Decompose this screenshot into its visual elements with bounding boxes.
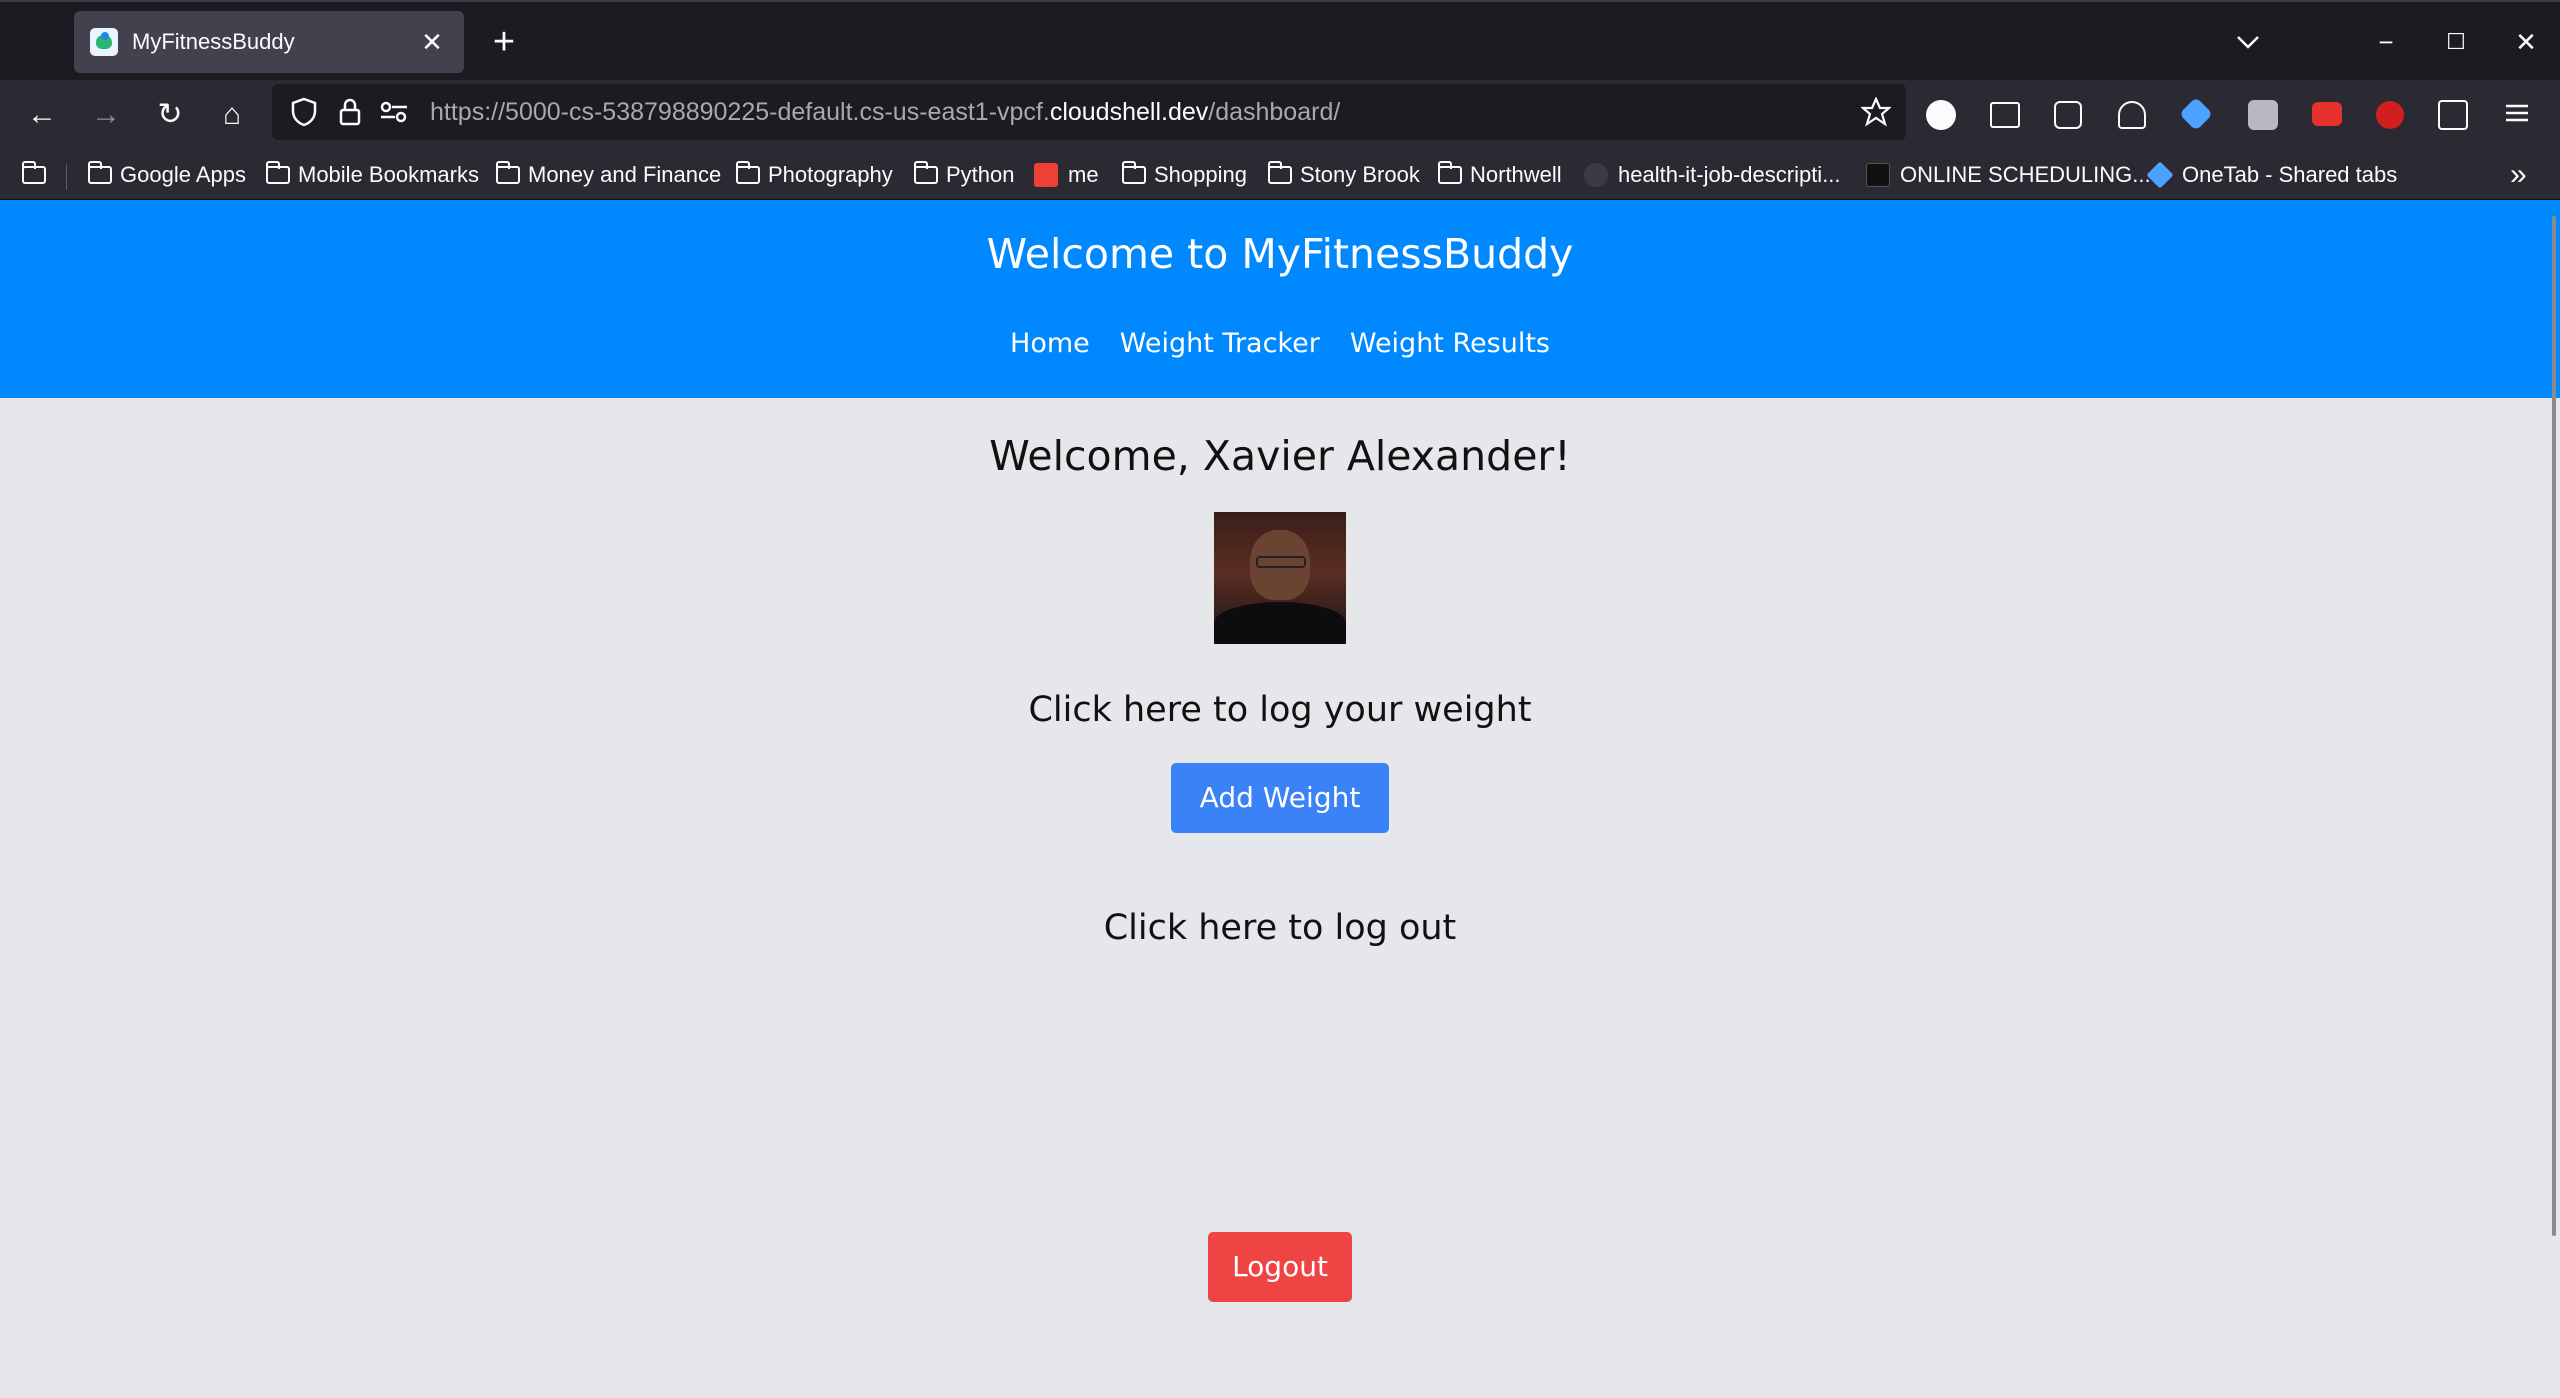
folder-icon	[1267, 161, 1292, 184]
avatar-glasses	[1256, 556, 1306, 568]
bookmark-item[interactable]: Stony Brook	[1267, 156, 1420, 194]
logout-button[interactable]: Logout	[1208, 1232, 1352, 1302]
bookmarks-overflow-button[interactable]: »	[2510, 156, 2527, 194]
folder-icon	[495, 161, 520, 184]
browser-tab[interactable]: MyFitnessBuddy ✕	[74, 11, 464, 73]
folder-icon	[1437, 161, 1462, 184]
logout-prompt: Click here to log out	[1103, 908, 1457, 948]
nav-link-weight-results[interactable]: Weight Results	[1350, 328, 1550, 359]
minimize-button[interactable]: −	[2364, 20, 2408, 64]
app-favicon-icon	[90, 28, 118, 56]
lock-icon[interactable]	[328, 90, 372, 134]
blocker-icon[interactable]	[2376, 101, 2404, 129]
bookmark-item[interactable]: Mobile Bookmarks	[265, 156, 479, 194]
avatar	[1214, 512, 1346, 644]
bookmark-item[interactable]: me	[1034, 156, 1099, 194]
extensions-puzzle-icon[interactable]	[2438, 100, 2468, 130]
extension-badge-icon[interactable]	[2248, 100, 2278, 130]
x-extension-icon[interactable]	[1926, 100, 1956, 130]
nav-link-weight-tracker[interactable]: Weight Tracker	[1120, 328, 1320, 359]
folder-icon	[265, 161, 290, 184]
reload-button[interactable]: ↻	[148, 93, 192, 137]
reader-view-icon[interactable]	[1990, 102, 2020, 128]
site-nav: Home Weight Tracker Weight Results	[0, 328, 2560, 359]
onetab-icon[interactable]	[2179, 97, 2213, 131]
bookmark-item[interactable]: OneTab - Shared tabs	[2146, 156, 2397, 194]
other-bookmarks-button[interactable]	[21, 156, 54, 194]
tab-strip: MyFitnessBuddy ✕ + − ☐ ✕	[0, 0, 2560, 80]
chevron-down-icon	[2237, 36, 2259, 49]
folder-icon	[735, 161, 760, 184]
avatar-shirt	[1214, 602, 1346, 644]
bookmark-item[interactable]: Shopping	[1121, 156, 1247, 194]
folder-icon	[87, 161, 112, 184]
bookmark-item[interactable]: ONLINE SCHEDULING...	[1866, 156, 2151, 194]
bookmark-item[interactable]: Northwell	[1437, 156, 1562, 194]
menu-icon[interactable]	[2502, 98, 2540, 136]
bookmarks-separator	[66, 164, 67, 190]
navigation-toolbar: ← → ↻ ⌂ https://5000-cs-538798890225-def…	[0, 80, 2560, 150]
bookmark-item[interactable]: Money and Finance	[495, 156, 721, 194]
welcome-heading: Welcome, Xavier Alexander!	[989, 432, 1571, 480]
shield-icon[interactable]	[282, 90, 326, 134]
screenshot-icon[interactable]	[2312, 102, 2342, 126]
close-window-button[interactable]: ✕	[2504, 20, 2548, 64]
close-tab-icon[interactable]: ✕	[416, 27, 448, 58]
translate-icon[interactable]	[2118, 101, 2146, 129]
bookmark-star-icon[interactable]	[1854, 90, 1898, 134]
x-favicon-icon	[1866, 163, 1890, 187]
url-bar[interactable]: https://5000-cs-538798890225-default.cs-…	[272, 84, 1906, 140]
new-tab-button[interactable]: +	[484, 20, 524, 64]
page-content: Welcome to MyFitnessBuddy Home Weight Tr…	[0, 200, 2560, 1398]
folder-icon	[1121, 161, 1146, 184]
log-weight-prompt: Click here to log your weight	[1028, 690, 1532, 730]
bookmarks-toolbar: Google Apps Mobile Bookmarks Money and F…	[0, 150, 2560, 200]
bookmark-item[interactable]: Photography	[735, 156, 893, 194]
forward-button[interactable]: →	[84, 93, 128, 137]
page-scrollbar[interactable]	[2552, 216, 2556, 1236]
site-header: Welcome to MyFitnessBuddy Home Weight Tr…	[0, 200, 2560, 398]
url-text[interactable]: https://5000-cs-538798890225-default.cs-…	[430, 84, 1340, 140]
permissions-icon[interactable]	[372, 90, 416, 134]
folder-icon	[913, 161, 938, 184]
maximize-button[interactable]: ☐	[2434, 20, 2478, 64]
tab-title: MyFitnessBuddy	[132, 29, 295, 54]
list-all-tabs-button[interactable]	[2228, 22, 2268, 62]
bookmark-item[interactable]: Google Apps	[87, 156, 246, 194]
back-button[interactable]: ←	[20, 93, 64, 137]
me-favicon-icon	[1034, 163, 1058, 187]
onetab-favicon-icon	[2146, 161, 2174, 189]
notion-icon[interactable]	[2054, 101, 2082, 129]
globe-favicon-icon	[1584, 163, 1608, 187]
nav-link-home[interactable]: Home	[1010, 328, 1090, 359]
bookmark-item[interactable]: health-it-job-descripti...	[1584, 156, 1841, 194]
bookmark-item[interactable]: Python	[913, 156, 1015, 194]
add-weight-button[interactable]: Add Weight	[1171, 763, 1389, 833]
site-title: Welcome to MyFitnessBuddy	[986, 230, 1574, 278]
folder-icon	[21, 161, 46, 184]
home-button[interactable]: ⌂	[210, 93, 254, 137]
